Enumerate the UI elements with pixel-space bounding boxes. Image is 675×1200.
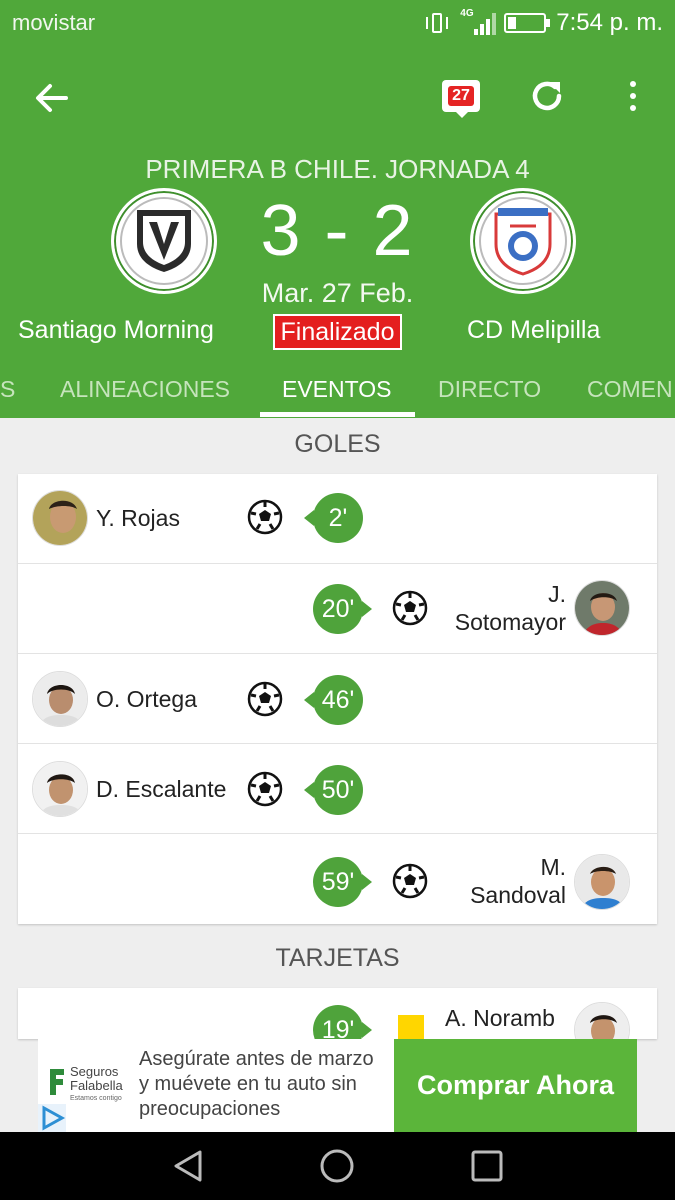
- status-icons: 4G 7:54 p. m.: [424, 8, 663, 38]
- goals-card: Y. Rojas 2' 20' J. Sotomayor O. Ortega 4…: [18, 474, 657, 924]
- soccer-ball-icon: [247, 771, 283, 807]
- goal-row[interactable]: D. Escalante 50': [18, 744, 657, 834]
- tab-partial-left[interactable]: S: [0, 360, 15, 418]
- falabella-logo-icon: [50, 1069, 64, 1095]
- competition-title: PRIMERA B CHILE. JORNADA 4: [145, 154, 530, 184]
- card-row[interactable]: 19' A. Noramb: [18, 988, 657, 1039]
- soccer-ball-icon: [392, 590, 428, 626]
- soccer-ball-icon: [247, 681, 283, 717]
- melipilla-crest-icon: [494, 208, 552, 276]
- refresh-icon[interactable]: [525, 74, 569, 118]
- adchoices-icon[interactable]: [38, 1104, 66, 1132]
- player-name-line2: Sotomayor: [454, 609, 566, 635]
- goal-minute: 50': [304, 765, 363, 815]
- ad-banner[interactable]: Seguros Falabella Estamos contigo Asegúr…: [38, 1039, 637, 1132]
- away-team-name[interactable]: CD Melipilla: [467, 316, 600, 345]
- active-tab-indicator: [260, 412, 415, 417]
- goal-row[interactable]: O. Ortega 46': [18, 654, 657, 744]
- player-avatar: [32, 671, 88, 727]
- player-name: A. Noramb: [445, 1005, 555, 1031]
- player-name: M. Sandoval: [470, 853, 566, 909]
- player-name: D. Escalante: [96, 776, 227, 802]
- goal-minute: 46': [304, 675, 363, 725]
- clock: 7:54 p. m.: [556, 9, 663, 36]
- calendar-day: 27: [448, 86, 474, 106]
- player-name-line2: Sandoval: [470, 882, 566, 908]
- goal-minute: 2': [304, 493, 363, 543]
- yellow-card-icon: [398, 1015, 424, 1039]
- soccer-ball-icon: [392, 863, 428, 899]
- vibrate-icon: [424, 11, 450, 35]
- carrier-name: movistar: [12, 10, 96, 35]
- match-status-badge: Finalizado: [273, 314, 402, 350]
- tab-eventos[interactable]: EVENTOS: [282, 360, 392, 418]
- ad-brand-tagline: Estamos contigo: [70, 1095, 122, 1102]
- match-header: movistar 4G 7:54 p. m. 27 PRIMERA B CHIL…: [0, 0, 675, 418]
- tab-directo[interactable]: DIRECTO: [438, 360, 541, 418]
- goal-row[interactable]: 59' M. Sandoval: [18, 834, 657, 924]
- network-type: 4G: [460, 8, 474, 19]
- status-bar: movistar 4G 7:54 p. m.: [0, 0, 675, 46]
- goal-row[interactable]: 20' J. Sotomayor: [18, 564, 657, 654]
- player-avatar: [32, 761, 88, 817]
- player-name: J. Sotomayor: [455, 580, 566, 636]
- system-nav-bar: [0, 1132, 675, 1200]
- player-avatar: [574, 1002, 630, 1039]
- player-avatar: [574, 580, 630, 636]
- player-name-line1: J.: [548, 581, 566, 607]
- goal-minute: 59': [313, 857, 372, 907]
- calendar-button[interactable]: 27: [439, 74, 483, 118]
- match-tabs: S ALINEACIONES EVENTOS DIRECTO COMEN: [0, 360, 675, 418]
- soccer-ball-icon: [247, 499, 283, 535]
- goals-section-title: GOLES: [294, 430, 381, 458]
- nav-home-icon[interactable]: [317, 1146, 357, 1186]
- appbar-actions: 27: [439, 74, 655, 118]
- player-avatar: [32, 490, 88, 546]
- signal-icon: 4G: [460, 8, 497, 36]
- player-avatar: [574, 854, 630, 910]
- match-date: Mar. 27 Feb.: [261, 278, 414, 308]
- home-team-name[interactable]: Santiago Morning: [18, 316, 214, 345]
- nav-back-icon[interactable]: [168, 1146, 208, 1186]
- battery-icon: [504, 13, 551, 33]
- tab-alineaciones[interactable]: ALINEACIONES: [60, 360, 230, 418]
- player-name-line1: M.: [540, 854, 566, 880]
- player-name: Y. Rojas: [96, 505, 180, 531]
- cards-card: 19' A. Noramb: [18, 988, 657, 1039]
- tab-comentarios[interactable]: COMEN: [587, 360, 673, 418]
- calendar-icon: 27: [442, 80, 480, 118]
- goal-row[interactable]: Y. Rojas 2': [18, 474, 657, 564]
- ad-brand-line2: Falabella: [70, 1078, 123, 1093]
- ad-brand-line1: Seguros: [70, 1064, 119, 1079]
- player-name: O. Ortega: [96, 686, 197, 712]
- seguros-falabella-logo: Seguros Falabella Estamos contigo: [48, 1065, 128, 1109]
- ad-text: Asegúrate antes de marzo y muévete en tu…: [139, 1048, 374, 1120]
- card-minute: 19': [313, 1005, 372, 1039]
- cards-section-title: TARJETAS: [275, 944, 400, 972]
- ad-cta-button[interactable]: Comprar Ahora: [394, 1039, 637, 1132]
- nav-recents-icon[interactable]: [467, 1146, 507, 1186]
- goal-minute: 20': [313, 584, 372, 634]
- more-options-icon[interactable]: [611, 74, 655, 118]
- back-arrow-icon[interactable]: [30, 76, 74, 120]
